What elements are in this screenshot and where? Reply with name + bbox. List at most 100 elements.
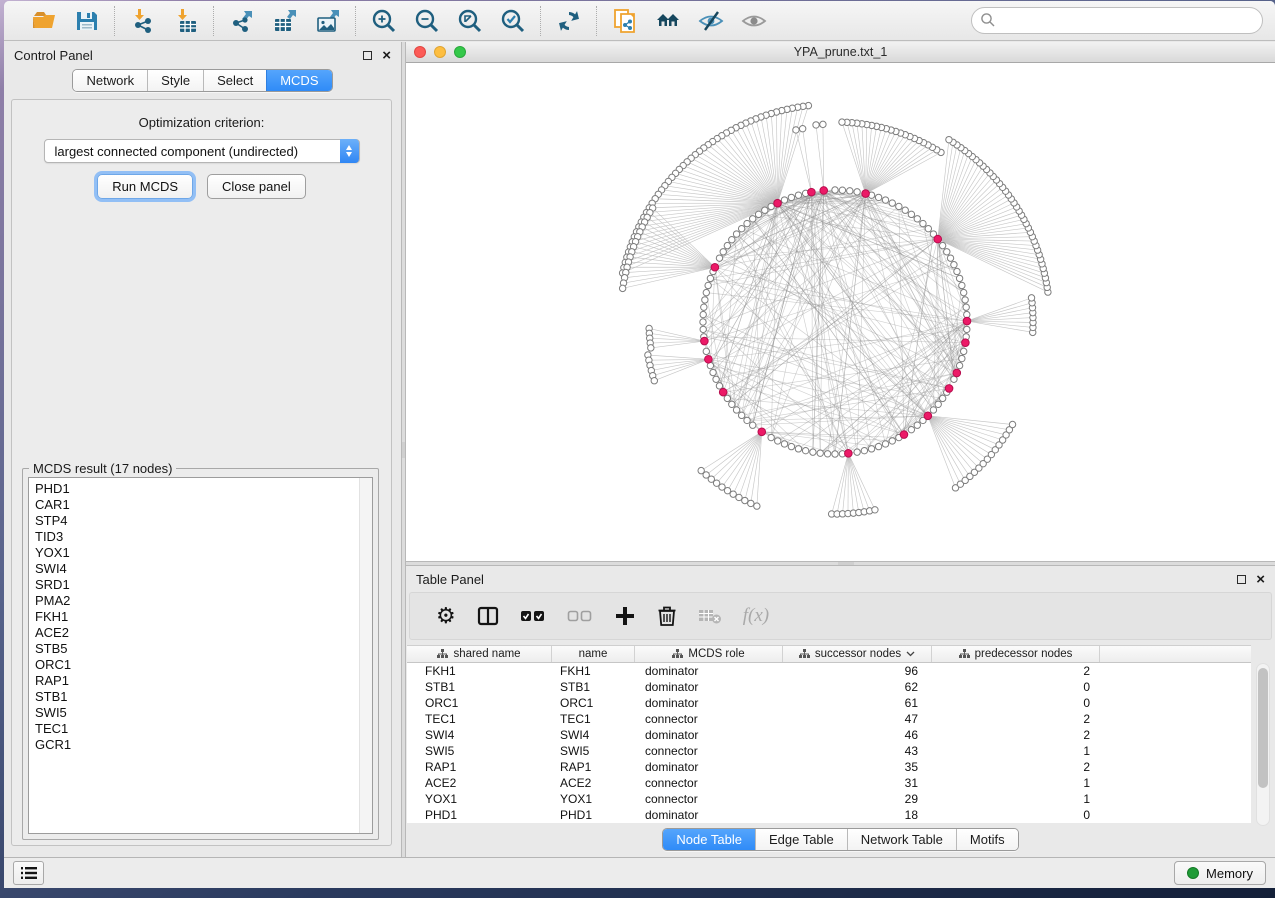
graph-mcds-node[interactable] <box>963 317 971 325</box>
apply-layout-button[interactable] <box>555 7 582 34</box>
mcds-result-item[interactable]: TEC1 <box>29 721 372 737</box>
table-cell[interactable]: 1 <box>932 743 1100 759</box>
hide-selected-button[interactable] <box>697 7 724 34</box>
mcds-result-item[interactable]: SRD1 <box>29 577 372 593</box>
graph-leaf-node[interactable] <box>839 119 845 125</box>
graph-node[interactable] <box>875 194 881 200</box>
table-cell[interactable]: 0 <box>932 807 1100 823</box>
graph-node[interactable] <box>964 326 970 332</box>
graph-node[interactable] <box>954 268 960 274</box>
graph-node[interactable] <box>908 426 914 432</box>
tab-network-table[interactable]: Network Table <box>847 829 956 850</box>
graph-leaf-node[interactable] <box>742 497 748 503</box>
split-view-button[interactable] <box>477 603 499 629</box>
graph-node[interactable] <box>768 434 774 440</box>
graph-leaf-node[interactable] <box>651 378 657 384</box>
graph-leaf-node[interactable] <box>793 127 799 133</box>
mcds-result-item[interactable]: SWI5 <box>29 705 372 721</box>
function-builder-button[interactable]: f(x) <box>743 603 769 629</box>
table-cell[interactable]: ACE2 <box>407 775 552 791</box>
graph-node[interactable] <box>868 446 874 452</box>
table-cell[interactable]: YOX1 <box>407 791 552 807</box>
graph-node[interactable] <box>744 220 750 226</box>
graph-leaf-node[interactable] <box>813 122 819 128</box>
table-cell[interactable]: dominator <box>635 695 783 711</box>
clone-network-button[interactable] <box>611 7 638 34</box>
graph-node[interactable] <box>733 231 739 237</box>
export-image-button[interactable] <box>314 7 341 34</box>
graph-node[interactable] <box>939 242 945 248</box>
import-table-button[interactable] <box>172 7 199 34</box>
graph-mcds-node[interactable] <box>808 188 816 196</box>
save-session-button[interactable] <box>73 7 100 34</box>
graph-node[interactable] <box>716 383 722 389</box>
graph-node[interactable] <box>707 275 713 281</box>
graph-mcds-node[interactable] <box>774 199 782 207</box>
table-cell[interactable]: SWI5 <box>407 743 552 759</box>
graph-mcds-node[interactable] <box>934 235 942 243</box>
graph-node[interactable] <box>944 249 950 255</box>
table-cell[interactable]: RAP1 <box>407 759 552 775</box>
graph-node[interactable] <box>875 443 881 449</box>
graph-node[interactable] <box>729 236 735 242</box>
table-cell[interactable]: 29 <box>783 791 932 807</box>
table-cell[interactable]: 35 <box>783 759 932 775</box>
graph-node[interactable] <box>738 412 744 418</box>
graph-node[interactable] <box>930 407 936 413</box>
minimize-window-icon[interactable] <box>434 46 446 58</box>
graph-node[interactable] <box>902 207 908 213</box>
graph-node[interactable] <box>832 451 838 457</box>
graph-node[interactable] <box>700 311 706 317</box>
table-cell[interactable]: ORC1 <box>407 695 552 711</box>
run-mcds-button[interactable]: Run MCDS <box>97 174 193 199</box>
add-column-button[interactable] <box>614 603 636 629</box>
close-panel-icon[interactable]: × <box>382 51 391 60</box>
mcds-result-item[interactable]: SWI4 <box>29 561 372 577</box>
memory-button[interactable]: Memory <box>1174 861 1266 885</box>
graph-mcds-node[interactable] <box>845 450 853 458</box>
float-panel-icon[interactable] <box>1237 575 1246 584</box>
table-cell[interactable]: 0 <box>932 679 1100 695</box>
tab-network[interactable]: Network <box>73 70 147 91</box>
graph-node[interactable] <box>703 348 709 354</box>
select-all-button[interactable] <box>520 603 546 629</box>
mcds-result-item[interactable]: STB1 <box>29 689 372 705</box>
table-row[interactable]: YOX1YOX1connector291 <box>407 791 1251 807</box>
graph-node[interactable] <box>788 194 794 200</box>
table-cell[interactable]: SWI4 <box>407 727 552 743</box>
deselect-all-button[interactable] <box>567 603 593 629</box>
graph-leaf-node[interactable] <box>736 494 742 500</box>
graph-node[interactable] <box>889 438 895 444</box>
column-header-MCDS-role[interactable]: MCDS role <box>635 646 783 662</box>
table-cell[interactable]: connector <box>635 775 783 791</box>
graph-node[interactable] <box>703 289 709 295</box>
table-cell[interactable]: FKH1 <box>407 663 552 679</box>
graph-leaf-node[interactable] <box>1028 295 1034 301</box>
table-cell[interactable]: 1 <box>932 791 1100 807</box>
graph-node[interactable] <box>847 188 853 194</box>
table-cell[interactable]: FKH1 <box>552 663 635 679</box>
table-cell[interactable]: SWI4 <box>552 727 635 743</box>
open-file-button[interactable] <box>30 7 57 34</box>
table-row[interactable]: TEC1TEC1connector472 <box>407 711 1251 727</box>
graph-node[interactable] <box>914 422 920 428</box>
graph-node[interactable] <box>724 395 730 401</box>
splitter-grip[interactable] <box>402 442 405 458</box>
graph-node[interactable] <box>956 275 962 281</box>
table-cell[interactable]: 2 <box>932 663 1100 679</box>
table-cell[interactable]: dominator <box>635 807 783 823</box>
graph-mcds-node[interactable] <box>900 431 908 439</box>
graph-node[interactable] <box>947 255 953 261</box>
graph-node[interactable] <box>795 446 801 452</box>
graph-leaf-node[interactable] <box>619 285 625 291</box>
graph-node[interactable] <box>781 441 787 447</box>
splitter-grip[interactable] <box>838 562 854 565</box>
close-window-icon[interactable] <box>414 46 426 58</box>
graph-mcds-node[interactable] <box>701 337 709 345</box>
mcds-result-list[interactable]: PHD1CAR1STP4TID3YOX1SWI4SRD1PMA2FKH1ACE2… <box>28 477 373 834</box>
graph-mcds-node[interactable] <box>924 412 932 420</box>
zoom-in-button[interactable] <box>370 7 397 34</box>
table-cell[interactable]: 46 <box>783 727 932 743</box>
table-settings-button[interactable]: ⚙ <box>436 603 456 629</box>
float-panel-icon[interactable] <box>363 51 372 60</box>
